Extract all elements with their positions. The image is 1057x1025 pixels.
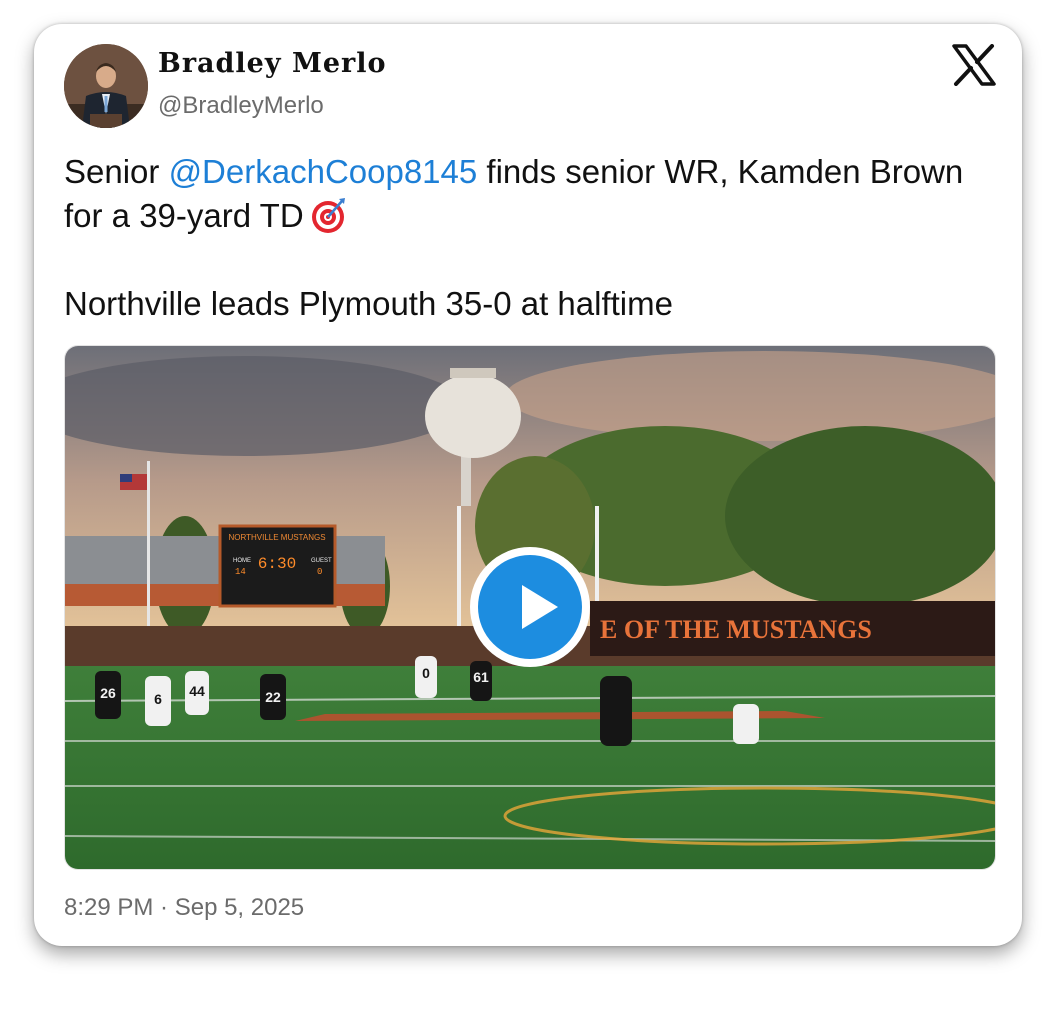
- tweet-paragraph-1: Senior @DerkachCoop8145 finds senior WR,…: [64, 150, 964, 238]
- tweet-text-prefix: Senior: [64, 153, 169, 190]
- scoreboard-guest-label: GUEST: [311, 558, 332, 564]
- jersey-number: 61: [473, 669, 489, 685]
- mention-link[interactable]: @DerkachCoop8145: [169, 153, 478, 190]
- tweet-card: Bradley Merlo @BradleyMerlo Senior @Derk…: [34, 24, 1022, 946]
- tweet-paragraph-2: Northville leads Plymouth 35-0 at halfti…: [64, 285, 673, 322]
- author-name[interactable]: Bradley Merlo: [158, 48, 387, 79]
- play-icon: [522, 585, 558, 629]
- author-handle[interactable]: @BradleyMerlo: [158, 92, 324, 120]
- play-button-circle: [478, 555, 582, 659]
- jersey-number: 26: [100, 685, 116, 701]
- scoreboard-home-score: 14: [235, 567, 246, 577]
- play-button[interactable]: [470, 547, 590, 667]
- jersey-number: 44: [189, 683, 205, 699]
- jersey-number: 22: [265, 689, 281, 705]
- scoreboard-guest-score: 0: [317, 567, 322, 577]
- author-avatar[interactable]: [64, 44, 148, 128]
- stadium-banner: E OF THE MUSTANGS: [600, 615, 872, 644]
- scoreboard-home-label: HOME: [233, 558, 251, 564]
- scoreboard-title: NORTHVILLE MUSTANGS: [228, 533, 325, 542]
- jersey-number: 0: [422, 665, 430, 681]
- tweet-timestamp[interactable]: 8:29 PM · Sep 5, 2025: [64, 894, 304, 922]
- target-emoji-icon: [308, 195, 348, 235]
- x-logo-icon[interactable]: [952, 44, 996, 86]
- video-thumbnail[interactable]: NORTHVILLE MUSTANGS 6:30 HOME GUEST 14 0…: [64, 345, 996, 870]
- tweet-text: Senior @DerkachCoop8145 finds senior WR,…: [64, 150, 964, 326]
- jersey-number: 6: [154, 691, 162, 707]
- scoreboard-clock: 6:30: [258, 555, 296, 573]
